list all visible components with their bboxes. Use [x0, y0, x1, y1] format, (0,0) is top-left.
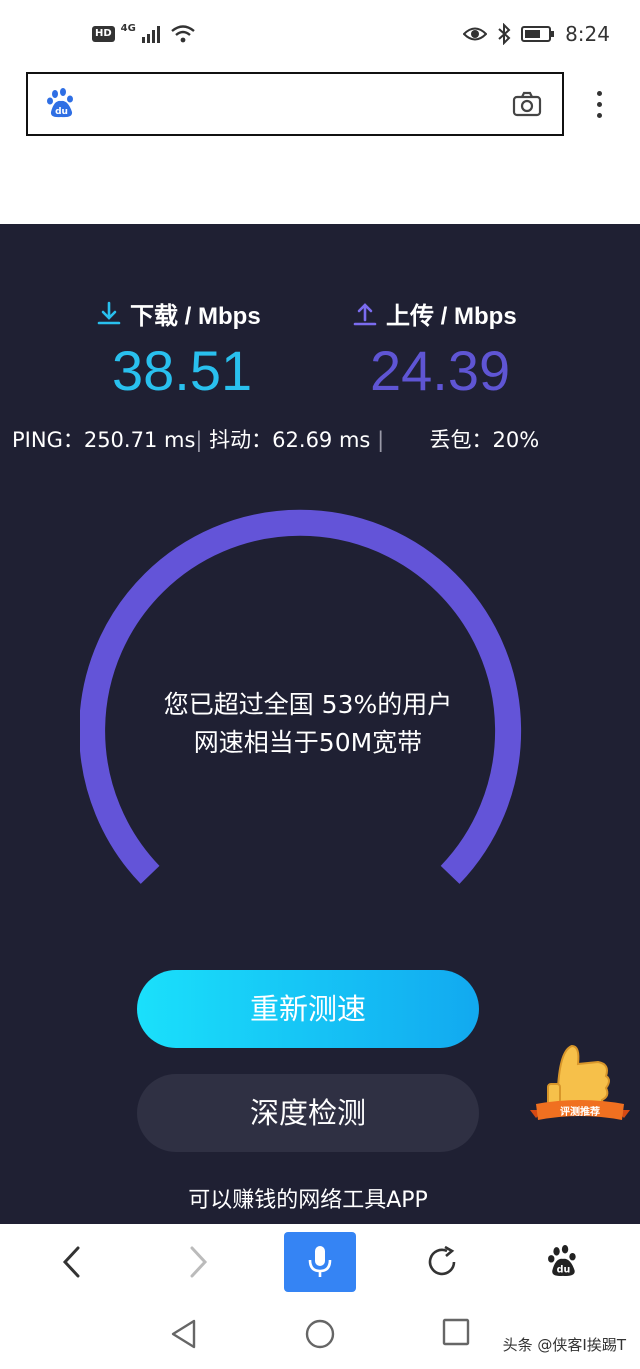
- thumbs-up-badge[interactable]: 评测推荐: [528, 1040, 632, 1130]
- svg-text:du: du: [557, 1265, 571, 1276]
- system-nav-bar: 头条 @侠客I挨踢T: [0, 1300, 640, 1369]
- status-bar: HD 4G 8:24: [0, 0, 640, 72]
- download-header: 下载 / Mbps: [96, 296, 261, 331]
- jitter-stat: 抖动：62.69 ms: [209, 428, 371, 452]
- back-arrow-icon[interactable]: [44, 1234, 100, 1290]
- battery-icon: [521, 26, 555, 42]
- promo-text[interactable]: 可以赚钱的网络工具APP: [0, 1182, 616, 1214]
- baidu-paw-icon[interactable]: du: [536, 1234, 592, 1290]
- clock: 8:24: [565, 22, 610, 46]
- network-stats: PING：250.71 ms| 抖动：62.69 ms | 丢包：20%: [12, 424, 539, 454]
- upload-value: 24.39: [370, 339, 511, 402]
- nav-home-icon[interactable]: [304, 1318, 336, 1350]
- forward-arrow-icon[interactable]: [170, 1234, 226, 1290]
- svg-text:评测推荐: 评测推荐: [560, 1105, 600, 1118]
- wifi-icon: [171, 25, 195, 43]
- camera-icon[interactable]: [512, 91, 542, 117]
- signal-icon: [141, 26, 160, 43]
- microphone-icon: [308, 1246, 332, 1277]
- download-icon: [97, 301, 121, 324]
- retest-button[interactable]: 重新测速: [137, 970, 479, 1048]
- svg-text:du: du: [55, 107, 68, 117]
- bluetooth-icon: [498, 23, 511, 45]
- deep-check-button[interactable]: 深度检测: [137, 1074, 479, 1152]
- voice-search-button[interactable]: [284, 1232, 356, 1292]
- network-type: 4G: [120, 22, 136, 34]
- browser-toolbar: du: [0, 1224, 640, 1300]
- upload-icon: [353, 302, 377, 325]
- download-value: 38.51: [112, 339, 253, 402]
- download-label: 下载 / Mbps: [130, 303, 261, 330]
- separator: |: [195, 428, 203, 452]
- baidu-logo-icon: du: [47, 88, 73, 118]
- more-vert-icon[interactable]: [593, 91, 605, 121]
- packet-loss-stat: 丢包：20%: [429, 428, 540, 452]
- nav-back-icon[interactable]: [170, 1318, 198, 1350]
- ping-stat: PING：250.71 ms: [12, 428, 196, 452]
- summary-line-1: 您已超过全国 53%的用户: [163, 690, 453, 719]
- status-right: 8:24: [463, 22, 610, 46]
- upload-header: 上传 / Mbps: [352, 296, 517, 331]
- upload-label: 上传 / Mbps: [386, 303, 517, 330]
- eye-icon: [463, 27, 488, 41]
- speed-test-panel: 下载 / Mbps 上传 / Mbps 38.51 24.39 PING：250…: [0, 224, 640, 1224]
- separator: |: [377, 428, 385, 452]
- watermark: 头条 @侠客I挨踢T: [502, 1336, 626, 1354]
- status-left: HD 4G: [92, 22, 196, 44]
- hd-icon: HD: [92, 26, 115, 42]
- summary-line-2: 网速相当于50M宽带: [193, 728, 423, 757]
- nav-recents-icon[interactable]: [442, 1318, 470, 1348]
- address-bar[interactable]: du: [26, 72, 564, 136]
- refresh-icon[interactable]: [414, 1234, 470, 1290]
